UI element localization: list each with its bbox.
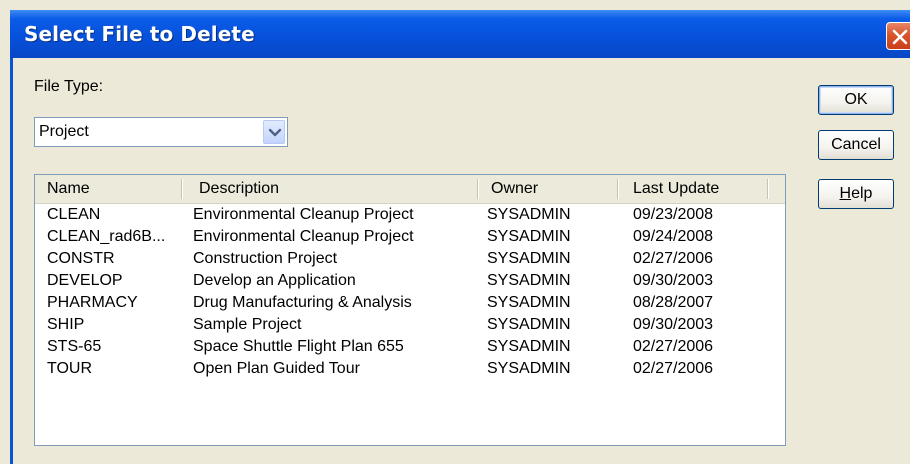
table-row[interactable]: CLEAN_rad6B... Environmental Cleanup Pro… <box>35 226 785 248</box>
cell-owner: SYSADMIN <box>487 360 571 377</box>
column-header-name[interactable]: Name <box>47 175 90 203</box>
cell-last-update: 08/28/2007 <box>633 294 714 311</box>
cell-name: CLEAN_rad6B... <box>47 228 166 245</box>
file-type-label: File Type: <box>34 78 104 95</box>
cell-description: Space Shuttle Flight Plan 655 <box>193 338 404 355</box>
cell-last-update: 02/27/2006 <box>633 360 714 377</box>
ok-button[interactable]: OK <box>818 85 894 115</box>
table-row[interactable]: TOUR Open Plan Guided Tour SYSADMIN 02/2… <box>35 358 785 380</box>
cell-description: Develop an Application <box>193 272 356 289</box>
cell-owner: SYSADMIN <box>487 206 571 223</box>
cell-name: DEVELOP <box>47 272 123 289</box>
dialog-title: Select File to Delete <box>24 22 255 46</box>
cell-last-update: 09/30/2003 <box>633 272 714 289</box>
table-row[interactable]: STS-65 Space Shuttle Flight Plan 655 SYS… <box>35 336 785 358</box>
cell-owner: SYSADMIN <box>487 294 571 311</box>
table-row[interactable]: PHARMACY Drug Manufacturing & Analysis S… <box>35 292 785 314</box>
cell-last-update: 02/27/2006 <box>633 338 714 355</box>
file-list[interactable]: Name Description Owner Last Update CLEAN… <box>34 174 786 446</box>
cell-last-update: 09/24/2008 <box>633 228 714 245</box>
cell-name: TOUR <box>47 360 93 377</box>
column-header-description[interactable]: Description <box>199 175 279 203</box>
cell-name: SHIP <box>47 316 85 333</box>
file-type-select[interactable]: Project <box>34 117 288 147</box>
close-icon <box>892 29 908 45</box>
cell-last-update: 09/30/2003 <box>633 316 714 333</box>
cell-last-update: 09/23/2008 <box>633 206 714 223</box>
cell-description: Environmental Cleanup Project <box>193 228 414 245</box>
help-button[interactable]: Help <box>818 179 894 209</box>
cell-name: CLEAN <box>47 206 101 223</box>
column-header-last-update[interactable]: Last Update <box>633 175 719 203</box>
file-type-dropdown-button[interactable] <box>263 120 285 144</box>
cell-owner: SYSADMIN <box>487 228 571 245</box>
cell-owner: SYSADMIN <box>487 272 571 289</box>
cell-owner: SYSADMIN <box>487 250 571 267</box>
column-divider[interactable] <box>181 179 182 199</box>
cell-description: Sample Project <box>193 316 302 333</box>
cancel-button[interactable]: Cancel <box>818 130 894 160</box>
close-button[interactable] <box>886 22 910 50</box>
file-type-value: Project <box>39 123 89 140</box>
cell-owner: SYSADMIN <box>487 338 571 355</box>
cell-description: Environmental Cleanup Project <box>193 206 414 223</box>
select-file-dialog: Select File to Delete File Type: Project… <box>10 10 910 464</box>
table-row[interactable]: SHIP Sample Project SYSADMIN 09/30/2003 <box>35 314 785 336</box>
table-row[interactable]: CLEAN Environmental Cleanup Project SYSA… <box>35 204 785 226</box>
cell-description: Construction Project <box>193 250 338 267</box>
cell-owner: SYSADMIN <box>487 316 571 333</box>
table-row[interactable]: CONSTR Construction Project SYSADMIN 02/… <box>35 248 785 270</box>
list-header: Name Description Owner Last Update <box>35 175 785 204</box>
cell-description: Open Plan Guided Tour <box>193 360 360 377</box>
column-header-owner[interactable]: Owner <box>491 175 538 203</box>
cell-name: PHARMACY <box>47 294 138 311</box>
chevron-down-icon <box>268 128 282 137</box>
column-divider[interactable] <box>617 179 618 199</box>
column-divider[interactable] <box>477 179 478 199</box>
cell-name: STS-65 <box>47 338 102 355</box>
help-label: Help <box>839 185 873 202</box>
table-row[interactable]: DEVELOP Develop an Application SYSADMIN … <box>35 270 785 292</box>
title-bar[interactable]: Select File to Delete <box>10 10 910 58</box>
cell-description: Drug Manufacturing & Analysis <box>193 294 412 311</box>
column-divider[interactable] <box>767 179 768 199</box>
cell-name: CONSTR <box>47 250 115 267</box>
cell-last-update: 02/27/2006 <box>633 250 714 267</box>
